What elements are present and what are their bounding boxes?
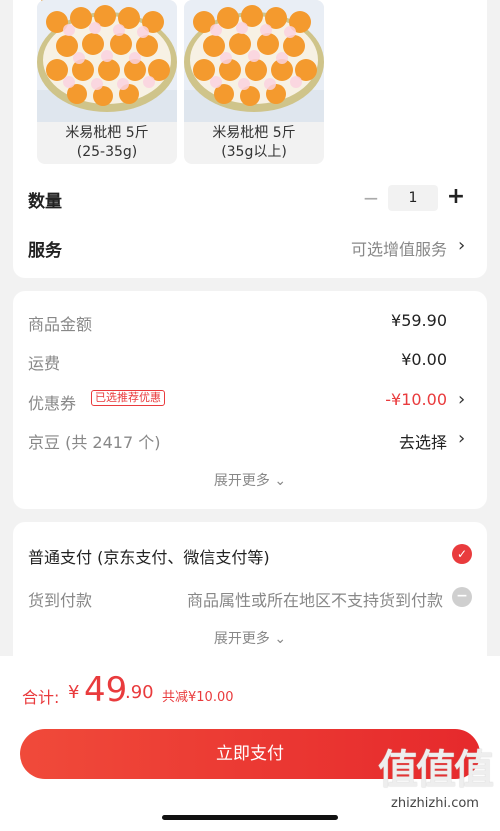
quantity-label: 数量 <box>28 192 62 212</box>
cod-payment-label: 货到付款 <box>28 591 93 610</box>
jingdou-label: 京豆 (共 2417 个) <box>28 433 161 452</box>
jingdou-select[interactable]: 去选择 <box>399 429 447 453</box>
sku-option-1[interactable]: 米易枇杷 5斤 (25-35g) <box>37 0 177 164</box>
normal-payment-label[interactable]: 普通支付 (京东支付、微信支付等) <box>28 544 270 568</box>
shipping-value: ¥0.00 <box>401 350 447 369</box>
watermark-site: zhizhizhi.com <box>391 796 479 811</box>
product-card: 米易枇杷 5斤 (25-35g) 米易枇杷 5斤 (35g以上) 数量 − 1 … <box>13 0 487 278</box>
total-discount: 共减¥10.00 <box>162 690 234 705</box>
coupon-value[interactable]: -¥10.00 <box>385 390 447 409</box>
sku-label-1: 米易枇杷 5斤 (25-35g) <box>37 124 177 162</box>
price-expand-more-button[interactable]: 展开更多 ⌄ <box>13 470 487 490</box>
service-label: 服务 <box>28 241 62 261</box>
service-chevron-icon[interactable]: › <box>458 236 465 256</box>
sku-name: 米易枇杷 5斤 <box>65 125 149 141</box>
total-decimal: .90 <box>125 682 154 703</box>
checkout-footer: 合计: ¥ 49 .90 共减¥10.00 立即支付 值值值 zhizhizhi… <box>0 656 500 831</box>
total-integer: 49 <box>84 670 128 710</box>
payment-expand-more-button[interactable]: 展开更多 ⌄ <box>13 628 487 648</box>
loquat-image-2 <box>184 0 324 122</box>
total-label: 合计: <box>22 688 60 707</box>
coupon-label: 优惠券 <box>28 394 77 413</box>
cod-payment-note: 商品属性或所在地区不支持货到付款 <box>186 591 443 610</box>
coupon-chevron-icon[interactable]: › <box>458 390 465 410</box>
goods-amount-value: ¥59.90 <box>391 311 447 330</box>
sku-option-2[interactable]: 米易枇杷 5斤 (35g以上) <box>184 0 324 164</box>
shipping-label: 运费 <box>28 354 61 373</box>
service-value[interactable]: 可选增值服务 <box>351 236 447 260</box>
quantity-decrease-button[interactable]: − <box>361 187 381 211</box>
watermark-logo: 值值值 <box>378 747 494 793</box>
price-summary-card: 商品金额 ¥59.90 运费 ¥0.00 优惠券 已选推荐优惠 -¥10.00 … <box>13 291 487 509</box>
sku-spec: (25-35g) <box>76 144 138 160</box>
loquat-image-1 <box>37 0 177 122</box>
sku-spec: (35g以上) <box>221 144 287 160</box>
sku-name: 米易枇杷 5斤 <box>212 125 296 141</box>
goods-amount-label: 商品金额 <box>28 315 93 334</box>
jingdou-chevron-icon[interactable]: › <box>458 429 465 449</box>
total-currency: ¥ <box>68 682 80 703</box>
watermark: 值值值 zhizhizhi.com <box>378 746 494 811</box>
sku-label-2: 米易枇杷 5斤 (35g以上) <box>184 124 324 162</box>
disabled-minus-icon: − <box>452 587 472 607</box>
coupon-recommended-badge: 已选推荐优惠 <box>91 390 165 406</box>
selected-check-icon[interactable]: ✓ <box>452 544 472 564</box>
quantity-input[interactable]: 1 <box>388 185 438 211</box>
home-indicator[interactable] <box>162 815 338 820</box>
quantity-increase-button[interactable]: + <box>445 185 467 211</box>
